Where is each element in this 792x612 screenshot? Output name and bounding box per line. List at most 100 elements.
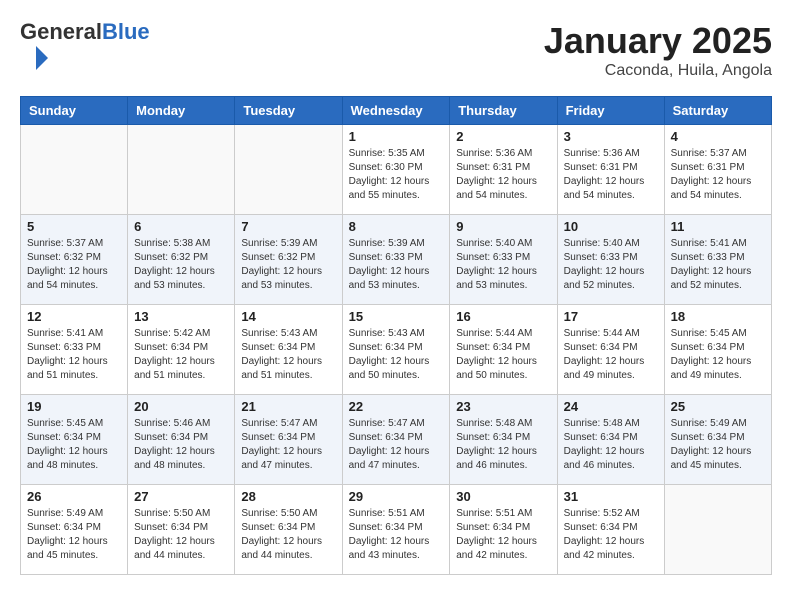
day-number: 27	[134, 489, 228, 504]
day-number: 9	[456, 219, 550, 234]
day-info: Sunrise: 5:37 AM Sunset: 6:31 PM Dayligh…	[671, 147, 765, 203]
calendar-cell: 10 Sunrise: 5:40 AM Sunset: 6:33 PM Dayli…	[557, 215, 664, 305]
day-number: 1	[349, 129, 444, 144]
logo: GeneralBlue	[20, 20, 150, 77]
day-number: 31	[564, 489, 658, 504]
day-info: Sunrise: 5:46 AM Sunset: 6:34 PM Dayligh…	[134, 417, 228, 473]
day-number: 8	[349, 219, 444, 234]
calendar-cell: 15Sunrise: 5:43 AM Sunset: 6:34 PM Dayli…	[342, 305, 450, 395]
day-number: 10	[564, 219, 658, 234]
day-info: Sunrise: 5:39 AM Sunset: 6:33 PM Dayligh…	[349, 237, 444, 293]
day-number: 29	[349, 489, 444, 504]
day-info: Sunrise: 5:43 AM Sunset: 6:34 PM Dayligh…	[241, 327, 335, 383]
day-info: Sunrise: 5:51 AM Sunset: 6:34 PM Dayligh…	[456, 507, 550, 563]
month-title: January 2025	[544, 20, 772, 62]
header-wednesday: Wednesday	[342, 97, 450, 125]
calendar-cell: 1 Sunrise: 5:35 AM Sunset: 6:30 PM Daylig…	[342, 125, 450, 215]
day-number: 21	[241, 399, 335, 414]
day-info: Sunrise: 5:42 AM Sunset: 6:34 PM Dayligh…	[134, 327, 228, 383]
day-number: 3	[564, 129, 658, 144]
day-info: Sunrise: 5:50 AM Sunset: 6:34 PM Dayligh…	[241, 507, 335, 563]
calendar-cell: 23 Sunrise: 5:48 AM Sunset: 6:34 PM Dayli…	[450, 395, 557, 485]
calendar-cell: 12 Sunrise: 5:41 AM Sunset: 6:33 PM Dayli…	[21, 305, 128, 395]
calendar-week-row: 1 Sunrise: 5:35 AM Sunset: 6:30 PM Daylig…	[21, 125, 772, 215]
day-number: 16	[456, 309, 550, 324]
day-info: Sunrise: 5:47 AM Sunset: 6:34 PM Dayligh…	[241, 417, 335, 473]
day-info: Sunrise: 5:36 AM Sunset: 6:31 PM Dayligh…	[564, 147, 658, 203]
calendar-cell: 31 Sunrise: 5:52 AM Sunset: 6:34 PM Dayli…	[557, 485, 664, 575]
calendar-cell: 13 Sunrise: 5:42 AM Sunset: 6:34 PM Dayli…	[128, 305, 235, 395]
calendar-cell: 20 Sunrise: 5:46 AM Sunset: 6:34 PM Dayli…	[128, 395, 235, 485]
header-tuesday: Tuesday	[235, 97, 342, 125]
calendar-cell: 2Sunrise: 5:36 AM Sunset: 6:31 PM Daylig…	[450, 125, 557, 215]
day-info: Sunrise: 5:37 AM Sunset: 6:32 PM Dayligh…	[27, 237, 121, 293]
calendar-cell	[664, 485, 771, 575]
day-info: Sunrise: 5:44 AM Sunset: 6:34 PM Dayligh…	[564, 327, 658, 383]
day-info: Sunrise: 5:39 AM Sunset: 6:32 PM Dayligh…	[241, 237, 335, 293]
day-info: Sunrise: 5:47 AM Sunset: 6:34 PM Dayligh…	[349, 417, 444, 473]
day-info: Sunrise: 5:45 AM Sunset: 6:34 PM Dayligh…	[671, 327, 765, 383]
day-number: 6	[134, 219, 228, 234]
day-number: 4	[671, 129, 765, 144]
calendar-cell: 18Sunrise: 5:45 AM Sunset: 6:34 PM Dayli…	[664, 305, 771, 395]
calendar-cell: 26 Sunrise: 5:49 AM Sunset: 6:34 PM Dayli…	[21, 485, 128, 575]
calendar-cell: 4 Sunrise: 5:37 AM Sunset: 6:31 PM Daylig…	[664, 125, 771, 215]
day-info: Sunrise: 5:48 AM Sunset: 6:34 PM Dayligh…	[456, 417, 550, 473]
calendar-cell	[235, 125, 342, 215]
day-info: Sunrise: 5:49 AM Sunset: 6:34 PM Dayligh…	[27, 507, 121, 563]
day-number: 20	[134, 399, 228, 414]
day-number: 12	[27, 309, 121, 324]
title-block: January 2025 Caconda, Huila, Angola	[544, 20, 772, 80]
calendar-cell	[128, 125, 235, 215]
day-info: Sunrise: 5:41 AM Sunset: 6:33 PM Dayligh…	[671, 237, 765, 293]
day-info: Sunrise: 5:49 AM Sunset: 6:34 PM Dayligh…	[671, 417, 765, 473]
day-number: 17	[564, 309, 658, 324]
calendar-week-row: 12 Sunrise: 5:41 AM Sunset: 6:33 PM Dayli…	[21, 305, 772, 395]
day-number: 11	[671, 219, 765, 234]
calendar-cell: 28Sunrise: 5:50 AM Sunset: 6:34 PM Dayli…	[235, 485, 342, 575]
day-info: Sunrise: 5:41 AM Sunset: 6:33 PM Dayligh…	[27, 327, 121, 383]
calendar-week-row: 5 Sunrise: 5:37 AM Sunset: 6:32 PM Daylig…	[21, 215, 772, 305]
day-number: 13	[134, 309, 228, 324]
calendar-table: SundayMondayTuesdayWednesdayThursdayFrid…	[20, 96, 772, 575]
calendar-week-row: 19Sunrise: 5:45 AM Sunset: 6:34 PM Dayli…	[21, 395, 772, 485]
logo-icon	[22, 44, 50, 72]
calendar-cell: 17 Sunrise: 5:44 AM Sunset: 6:34 PM Dayli…	[557, 305, 664, 395]
day-number: 30	[456, 489, 550, 504]
calendar-cell: 11 Sunrise: 5:41 AM Sunset: 6:33 PM Dayli…	[664, 215, 771, 305]
header-monday: Monday	[128, 97, 235, 125]
day-info: Sunrise: 5:44 AM Sunset: 6:34 PM Dayligh…	[456, 327, 550, 383]
day-info: Sunrise: 5:35 AM Sunset: 6:30 PM Dayligh…	[349, 147, 444, 203]
calendar-cell: 30 Sunrise: 5:51 AM Sunset: 6:34 PM Dayli…	[450, 485, 557, 575]
day-number: 26	[27, 489, 121, 504]
header-sunday: Sunday	[21, 97, 128, 125]
calendar-cell: 24Sunrise: 5:48 AM Sunset: 6:34 PM Dayli…	[557, 395, 664, 485]
calendar-cell: 27 Sunrise: 5:50 AM Sunset: 6:34 PM Dayli…	[128, 485, 235, 575]
day-number: 14	[241, 309, 335, 324]
calendar-cell: 9Sunrise: 5:40 AM Sunset: 6:33 PM Daylig…	[450, 215, 557, 305]
day-number: 22	[349, 399, 444, 414]
header-thursday: Thursday	[450, 97, 557, 125]
day-info: Sunrise: 5:51 AM Sunset: 6:34 PM Dayligh…	[349, 507, 444, 563]
day-info: Sunrise: 5:52 AM Sunset: 6:34 PM Dayligh…	[564, 507, 658, 563]
calendar-cell: 8 Sunrise: 5:39 AM Sunset: 6:33 PM Daylig…	[342, 215, 450, 305]
day-number: 19	[27, 399, 121, 414]
calendar-cell: 16 Sunrise: 5:44 AM Sunset: 6:34 PM Dayli…	[450, 305, 557, 395]
day-number: 5	[27, 219, 121, 234]
logo-blue-text: Blue	[102, 19, 150, 44]
calendar-cell	[21, 125, 128, 215]
calendar-cell: 7 Sunrise: 5:39 AM Sunset: 6:32 PM Daylig…	[235, 215, 342, 305]
header-friday: Friday	[557, 97, 664, 125]
day-number: 24	[564, 399, 658, 414]
day-number: 7	[241, 219, 335, 234]
calendar-cell: 21 Sunrise: 5:47 AM Sunset: 6:34 PM Dayli…	[235, 395, 342, 485]
day-info: Sunrise: 5:40 AM Sunset: 6:33 PM Dayligh…	[564, 237, 658, 293]
day-number: 2	[456, 129, 550, 144]
calendar-cell: 6Sunrise: 5:38 AM Sunset: 6:32 PM Daylig…	[128, 215, 235, 305]
day-number: 23	[456, 399, 550, 414]
day-info: Sunrise: 5:50 AM Sunset: 6:34 PM Dayligh…	[134, 507, 228, 563]
logo-general-text: General	[20, 19, 102, 44]
calendar-cell: 5 Sunrise: 5:37 AM Sunset: 6:32 PM Daylig…	[21, 215, 128, 305]
calendar-cell: 19Sunrise: 5:45 AM Sunset: 6:34 PM Dayli…	[21, 395, 128, 485]
page-header: GeneralBlue January 2025 Caconda, Huila,…	[20, 20, 772, 80]
